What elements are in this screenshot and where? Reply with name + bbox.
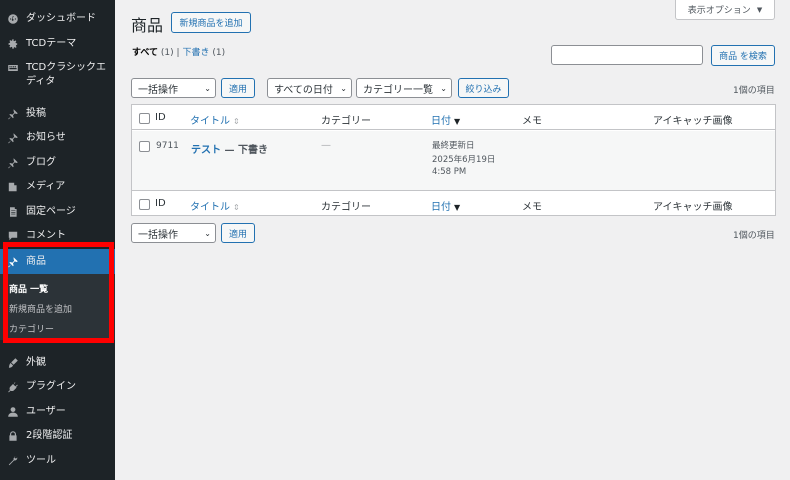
column-date-sort[interactable]: 日付 ▼ xyxy=(431,198,460,213)
apply-button-bottom[interactable]: 適用 xyxy=(221,223,255,243)
filter-all-link[interactable]: すべて xyxy=(132,48,158,58)
column-title-sort[interactable]: タイトル ⇕ xyxy=(190,112,240,127)
column-date-label: 日付 xyxy=(431,116,451,127)
sort-active-icon: ▼ xyxy=(454,117,461,126)
filter-draft-count: (1) xyxy=(212,48,226,58)
chevron-down-icon: ⌄ xyxy=(340,83,347,93)
bulk-action-select-top[interactable]: 一括操作 ⌄ xyxy=(131,78,216,98)
media-icon xyxy=(6,180,20,194)
column-title-label: タイトル xyxy=(190,202,230,213)
sidebar-item-posts[interactable]: 投稿 xyxy=(0,107,115,121)
keyboard-icon xyxy=(6,61,20,75)
filter-all-count: (1) xyxy=(160,48,174,58)
page-icon xyxy=(6,205,20,219)
column-eyecatch: アイキャッチ画像 xyxy=(653,202,733,213)
pin-icon xyxy=(6,107,20,121)
items-count-top: 1個の項目 xyxy=(733,86,775,96)
search-input[interactable] xyxy=(551,45,703,65)
date-filter-value: すべての日付 xyxy=(274,84,333,96)
wrench-icon xyxy=(6,454,20,468)
search-products-button[interactable]: 商品 を検索 xyxy=(711,45,775,66)
filter-draft-link[interactable]: 下書き xyxy=(182,48,209,58)
screen-options-button[interactable]: 表示オプション ▼ xyxy=(675,0,775,20)
page-title: 商品 xyxy=(131,16,164,35)
row-checkbox[interactable] xyxy=(139,141,150,152)
sort-icon: ⇕ xyxy=(233,117,240,126)
screen-options-label: 表示オプション xyxy=(687,6,751,16)
apply-button-top[interactable]: 適用 xyxy=(221,78,255,98)
row-title: テスト — 下書き xyxy=(191,141,268,156)
main-content: 商品 新規商品を追加 表示オプション ▼ すべて (1) | 下書き (1) 商… xyxy=(115,0,790,480)
pin-icon xyxy=(6,156,20,170)
column-id: ID xyxy=(155,198,166,209)
sidebar-item-blog[interactable]: ブログ xyxy=(0,156,115,170)
sidebar-item-tcd-classic-editor[interactable]: TCDクラシックエディタ xyxy=(0,61,115,89)
row-date-label: 最終更新日 xyxy=(432,141,475,151)
column-category: カテゴリー xyxy=(321,116,371,127)
lock-icon xyxy=(6,429,20,443)
column-id: ID xyxy=(155,112,166,123)
column-date-label: 日付 xyxy=(431,202,451,213)
sidebar-item-appearance[interactable]: 外観 xyxy=(0,356,115,370)
column-title-sort[interactable]: タイトル ⇕ xyxy=(190,198,240,213)
column-memo: メモ xyxy=(522,116,542,127)
row-category: — xyxy=(321,140,331,151)
sidebar-item-tcd-theme[interactable]: TCDテーマ xyxy=(0,37,115,51)
sidebar-item-media[interactable]: メディア xyxy=(0,180,115,194)
chevron-down-icon: ▼ xyxy=(756,5,763,14)
date-filter-select[interactable]: すべての日付 ⌄ xyxy=(267,78,352,98)
row-time: 4:58 PM xyxy=(432,167,467,177)
bulk-action-select-bottom[interactable]: 一括操作 ⌄ xyxy=(131,223,216,243)
bulk-action-value: 一括操作 xyxy=(138,84,178,96)
row-date: 2025年6月19日 xyxy=(432,155,496,165)
plugin-icon xyxy=(6,380,20,394)
sidebar-item-news[interactable]: お知らせ xyxy=(0,131,115,145)
chevron-down-icon: ⌄ xyxy=(204,83,211,93)
sort-active-icon: ▼ xyxy=(454,203,461,212)
chevron-down-icon: ⌄ xyxy=(440,83,447,93)
products-table: ID タイトル ⇕ カテゴリー 日付 ▼ メモ アイキャッチ画像 9711 テスト … xyxy=(131,104,776,216)
highlight-annotation-box xyxy=(3,242,114,343)
items-count-bottom: 1個の項目 xyxy=(733,231,775,241)
status-filter-links: すべて (1) | 下書き (1) xyxy=(132,45,225,58)
bulk-action-value: 一括操作 xyxy=(138,229,178,241)
column-title-label: タイトル xyxy=(190,116,230,127)
sort-icon: ⇕ xyxy=(233,203,240,212)
admin-sidebar: ダッシュボード TCDテーマ TCDクラシックエディタ 投稿 お知らせ ブログ … xyxy=(0,0,115,480)
row-title-link[interactable]: テスト xyxy=(191,145,221,156)
brush-icon xyxy=(6,356,20,370)
column-date-sort[interactable]: 日付 ▼ xyxy=(431,112,460,127)
add-new-product-button[interactable]: 新規商品を追加 xyxy=(171,12,251,33)
category-filter-value: カテゴリー一覧 xyxy=(363,84,433,96)
filter-separator: | xyxy=(176,48,180,58)
table-row: 9711 テスト — 下書き — 最終更新日 2025年6月19日 4:58 P… xyxy=(132,131,775,190)
chevron-down-icon: ⌄ xyxy=(204,228,211,238)
gear-icon xyxy=(6,37,20,51)
column-category: カテゴリー xyxy=(321,202,371,213)
row-id: 9711 xyxy=(156,141,179,151)
category-filter-select[interactable]: カテゴリー一覧 ⌄ xyxy=(356,78,452,98)
sidebar-item-users[interactable]: ユーザー xyxy=(0,405,115,419)
select-all-checkbox[interactable] xyxy=(139,113,150,124)
sidebar-item-dashboard[interactable]: ダッシュボード xyxy=(0,12,115,26)
filter-button[interactable]: 絞り込み xyxy=(458,78,509,98)
comment-icon xyxy=(6,229,20,243)
sidebar-item-pages[interactable]: 固定ページ xyxy=(0,205,115,219)
sidebar-item-tools[interactable]: ツール xyxy=(0,454,115,468)
column-memo: メモ xyxy=(522,202,542,213)
table-header: ID タイトル ⇕ カテゴリー 日付 ▼ メモ アイキャッチ画像 xyxy=(132,105,775,130)
dashboard-icon xyxy=(6,12,20,26)
sidebar-item-two-factor[interactable]: 2段階認証 xyxy=(0,429,115,443)
sidebar-item-comments[interactable]: コメント xyxy=(0,229,115,243)
sidebar-item-plugins[interactable]: プラグイン xyxy=(0,380,115,394)
table-footer: ID タイトル ⇕ カテゴリー 日付 ▼ メモ アイキャッチ画像 xyxy=(132,190,775,215)
select-all-checkbox-bottom[interactable] xyxy=(139,199,150,210)
user-icon xyxy=(6,405,20,419)
row-post-state: — 下書き xyxy=(221,145,268,156)
pin-icon xyxy=(6,131,20,145)
column-eyecatch: アイキャッチ画像 xyxy=(653,116,733,127)
